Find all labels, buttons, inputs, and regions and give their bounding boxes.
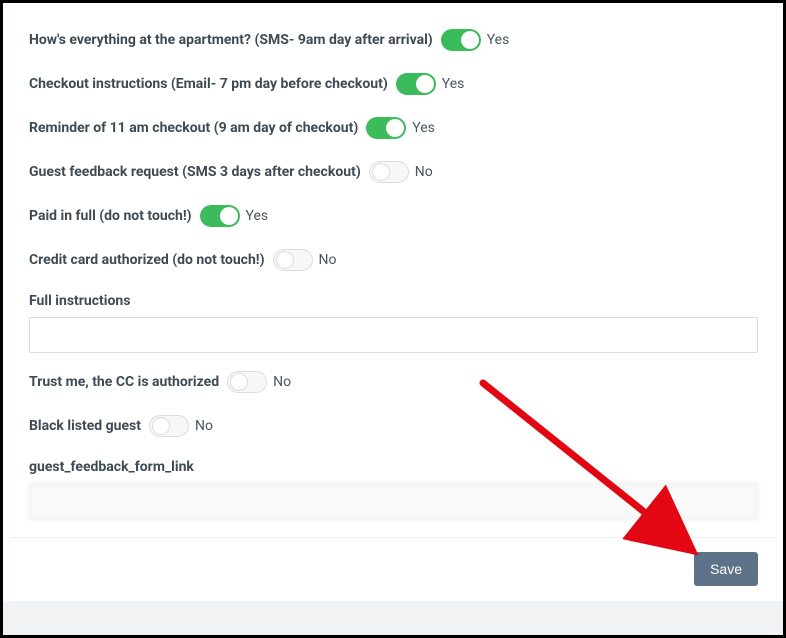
toggle-reminder-checkout[interactable] <box>366 117 406 139</box>
label-blacklisted: Black listed guest <box>29 418 141 434</box>
input-feedback-link[interactable] <box>29 483 758 519</box>
state-checkout-instructions: Yes <box>442 76 465 92</box>
row-cc-authorized: Credit card authorized (do not touch!) N… <box>29 249 758 271</box>
row-paid-in-full: Paid in full (do not touch!) Yes <box>29 205 758 227</box>
state-blacklisted: No <box>195 418 213 434</box>
row-hows-everything: How's everything at the apartment? (SMS-… <box>29 29 758 51</box>
row-checkout-instructions: Checkout instructions (Email- 7 pm day b… <box>29 73 758 95</box>
label-feedback-link: guest_feedback_form_link <box>29 459 758 475</box>
row-guest-feedback: Guest feedback request (SMS 3 days after… <box>29 161 758 183</box>
state-paid-in-full: Yes <box>246 208 269 224</box>
toggle-blacklisted[interactable] <box>149 415 189 437</box>
state-trust-cc: No <box>273 374 291 390</box>
state-guest-feedback: No <box>415 164 433 180</box>
toggle-guest-feedback[interactable] <box>369 161 409 183</box>
state-hows-everything: Yes <box>487 32 510 48</box>
label-guest-feedback: Guest feedback request (SMS 3 days after… <box>29 164 361 180</box>
save-button[interactable]: Save <box>694 552 758 586</box>
toggle-trust-cc[interactable] <box>227 371 267 393</box>
toggle-checkout-instructions[interactable] <box>396 73 436 95</box>
label-trust-cc: Trust me, the CC is authorized <box>29 374 219 390</box>
footer: Save <box>11 538 776 602</box>
toggle-paid-in-full[interactable] <box>200 205 240 227</box>
row-reminder-checkout: Reminder of 11 am checkout (9 am day of … <box>29 117 758 139</box>
row-feedback-link: guest_feedback_form_link <box>29 459 758 519</box>
label-hows-everything: How's everything at the apartment? (SMS-… <box>29 32 433 48</box>
label-cc-authorized: Credit card authorized (do not touch!) <box>29 252 265 268</box>
row-blacklisted: Black listed guest No <box>29 415 758 437</box>
row-trust-cc: Trust me, the CC is authorized No <box>29 371 758 393</box>
toggle-hows-everything[interactable] <box>441 29 481 51</box>
label-paid-in-full: Paid in full (do not touch!) <box>29 208 192 224</box>
toggle-cc-authorized[interactable] <box>273 249 313 271</box>
label-full-instructions: Full instructions <box>29 293 758 309</box>
label-checkout-instructions: Checkout instructions (Email- 7 pm day b… <box>29 76 388 92</box>
page-background-band <box>3 601 783 635</box>
state-cc-authorized: No <box>319 252 337 268</box>
state-reminder-checkout: Yes <box>412 120 435 136</box>
row-full-instructions: Full instructions <box>29 293 758 353</box>
label-reminder-checkout: Reminder of 11 am checkout (9 am day of … <box>29 120 358 136</box>
input-full-instructions[interactable] <box>29 317 758 353</box>
settings-card: How's everything at the apartment? (SMS-… <box>11 3 776 601</box>
